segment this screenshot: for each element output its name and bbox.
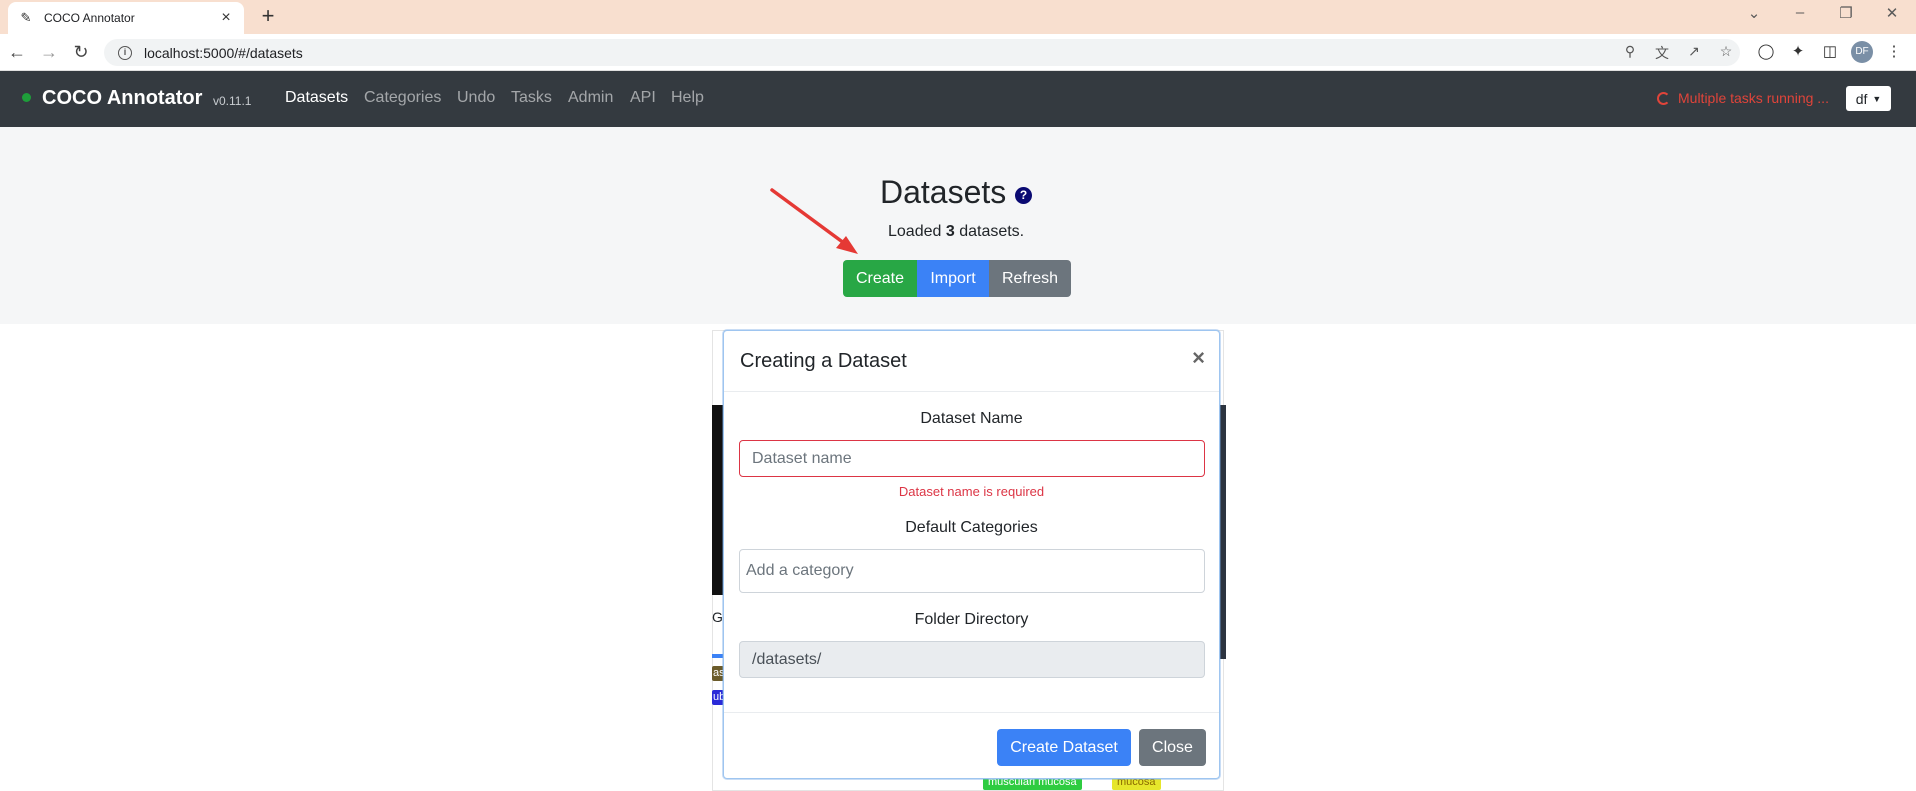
translate-icon[interactable]: 文 [1652,43,1672,63]
help-question-icon[interactable]: ? [1015,187,1032,204]
loaded-datasets-text: Loaded 3 datasets. [888,223,1024,241]
user-menu-dropdown[interactable]: df ▼ [1846,86,1891,111]
nav-tasks[interactable]: Tasks [511,89,552,107]
browser-menu-icon[interactable]: ⋮ [1884,42,1904,60]
back-icon[interactable]: ← [6,41,28,63]
nav-categories[interactable]: Categories [364,89,441,107]
dataset-name-error: Dataset name is required [898,484,1045,499]
default-categories-label: Default Categories [905,519,1038,536]
site-info-icon[interactable]: i [118,45,132,60]
tab-title: COCO Annotator [44,11,135,25]
nav-admin[interactable]: Admin [568,89,613,107]
refresh-button[interactable]: Refresh [989,260,1071,297]
modal-footer: Create Dataset Close [724,712,1219,780]
bookmark-star-icon[interactable]: ☆ [1716,43,1736,60]
side-panel-icon[interactable]: ◫ [1820,42,1840,60]
tab-close-icon[interactable]: × [218,9,234,27]
tasks-running-label: Multiple tasks running ... [1678,90,1829,106]
window-close-icon[interactable]: ✕ [1880,4,1904,22]
share-icon[interactable]: ↗ [1684,43,1704,60]
password-key-icon[interactable]: ⚲ [1620,43,1640,60]
profile-avatar[interactable]: DF [1851,41,1873,63]
create-dataset-button[interactable]: Create Dataset [997,729,1131,766]
modal-close-icon[interactable]: × [1192,345,1205,371]
user-menu-label: df [1855,90,1868,107]
category-tag-input[interactable]: Add a category [739,549,1205,593]
folder-directory-label: Folder Directory [914,611,1029,628]
dataset-card-title[interactable]: G [712,609,723,625]
reload-icon[interactable]: ↻ [70,41,92,63]
extension-bulb-icon[interactable]: ◯ [1756,42,1776,60]
nav-help[interactable]: Help [671,89,704,107]
address-bar[interactable]: i localhost:5000/#/datasets [104,39,1740,66]
dataset-name-input[interactable]: Dataset name [739,440,1205,477]
forward-icon[interactable]: → [38,41,60,63]
minimize-icon[interactable]: – [1788,4,1812,21]
new-tab-icon[interactable]: + [256,5,280,29]
connection-status-icon [22,93,31,102]
modal-title: Creating a Dataset [740,350,907,372]
app-brand[interactable]: COCO Annotator [42,87,202,110]
close-button[interactable]: Close [1139,729,1206,766]
folder-directory-field: /datasets/ [739,641,1205,678]
browser-toolbar: ← → ↻ i localhost:5000/#/datasets ⚲ 文 ↗ … [0,34,1916,71]
loaded-prefix: Loaded [888,223,946,240]
nav-api[interactable]: API [630,89,656,107]
page-title: Datasets [880,174,1007,210]
caret-down-icon: ▼ [1872,93,1882,104]
extensions-puzzle-icon[interactable]: ✦ [1788,42,1808,60]
create-dataset-modal: Creating a Dataset × Dataset Name Datase… [723,330,1220,779]
loaded-suffix: datasets. [954,223,1025,240]
nav-datasets[interactable]: Datasets [285,89,348,107]
browser-tab[interactable]: ✎ COCO Annotator × [8,2,244,34]
dataset-actions-group: Create Import Refresh [843,260,1071,297]
address-url: localhost:5000/#/datasets [144,44,303,61]
loaded-count: 3 [945,223,955,240]
tab-search-icon[interactable]: ⌄ [1742,4,1766,22]
annotation-arrow-icon [770,188,858,254]
create-button[interactable]: Create [843,260,917,297]
dataset-name-label: Dataset Name [920,410,1023,427]
tasks-running-status[interactable]: Multiple tasks running ... [1657,90,1829,106]
coco-favicon-icon: ✎ [20,10,32,25]
app-version: v0.11.1 [213,94,252,108]
import-button[interactable]: Import [917,260,989,297]
nav-undo[interactable]: Undo [457,89,495,107]
modal-header: Creating a Dataset × [724,331,1219,392]
restore-icon[interactable]: ❐ [1834,4,1858,22]
browser-tab-strip: ✎ COCO Annotator × + ⌄ – ❐ ✕ [0,0,1916,34]
spinner-icon [1657,91,1670,105]
